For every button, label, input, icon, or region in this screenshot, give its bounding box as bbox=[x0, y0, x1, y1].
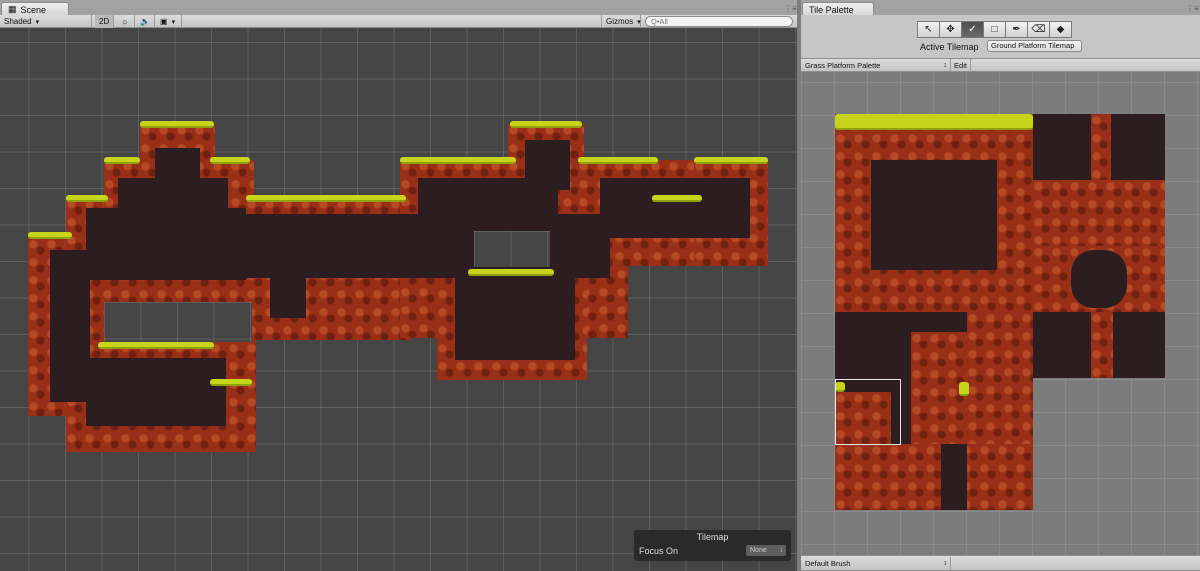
palette-grid-view[interactable] bbox=[801, 72, 1200, 555]
active-tilemap-dropdown[interactable]: Ground Platform Tilemap bbox=[987, 40, 1082, 52]
tilemap-window-hole bbox=[474, 231, 550, 267]
gizmos-label: Gizmos bbox=[606, 17, 634, 26]
grass-platform bbox=[140, 121, 214, 128]
scene-menu-icon[interactable]: ⋮≡ bbox=[784, 4, 797, 13]
tilemap-cave-fill bbox=[86, 208, 246, 280]
tilemap-cave-fill bbox=[86, 358, 226, 426]
focus-on-label: Focus On bbox=[639, 546, 679, 556]
palette-menu-icon[interactable]: ⋮≡ bbox=[1186, 4, 1199, 13]
scene-toolbar: Shaded 2D ☼ 🔈 ▣ Gizmos Q•All bbox=[0, 15, 797, 28]
edit-palette-button[interactable]: Edit bbox=[951, 59, 971, 72]
fill-bucket-tool-icon[interactable]: ◆ bbox=[1049, 21, 1072, 38]
brush-dropdown[interactable]: Default Brush bbox=[805, 557, 951, 570]
palette-tool-row: ↖ ✥ ✓ □ ✒ ⌫ ◆ bbox=[917, 21, 1072, 38]
grass-platform bbox=[104, 157, 140, 164]
search-placeholder: Q•All bbox=[651, 17, 668, 26]
grass-platform bbox=[694, 157, 768, 164]
effects-dropdown-icon[interactable]: ▣ bbox=[156, 15, 182, 28]
palette-tile[interactable] bbox=[835, 444, 1033, 510]
palette-tile[interactable] bbox=[941, 444, 967, 510]
tilemap-cave-fill bbox=[455, 278, 575, 360]
palette-grass-tile bbox=[959, 382, 969, 396]
tilemap-cave-fill bbox=[525, 140, 570, 190]
scene-search-input[interactable]: Q•All bbox=[645, 16, 793, 27]
scene-view[interactable]: Tilemap Focus On None bbox=[0, 28, 797, 571]
active-tilemap-value: Ground Platform Tilemap bbox=[991, 41, 1075, 50]
paint-brush-tool-icon[interactable]: ✓ bbox=[961, 21, 984, 38]
grass-platform bbox=[98, 342, 214, 349]
palette-tile[interactable] bbox=[1091, 312, 1113, 378]
palette-name: Grass Platform Palette bbox=[805, 61, 881, 70]
focus-on-dropdown[interactable]: None bbox=[746, 545, 786, 556]
toggle-2d-button[interactable]: 2D bbox=[95, 15, 114, 28]
tilemap-cave-fill bbox=[600, 178, 750, 238]
palette-selector-bar: Grass Platform Palette Edit bbox=[801, 59, 1200, 72]
palette-tile[interactable] bbox=[1091, 114, 1111, 180]
tab-tile-palette[interactable]: Tile Palette bbox=[802, 2, 874, 16]
gizmos-dropdown[interactable]: Gizmos bbox=[601, 15, 641, 28]
palette-tile[interactable] bbox=[871, 160, 997, 270]
draw-mode-dropdown[interactable]: Shaded bbox=[0, 15, 92, 28]
tile-selection-marker bbox=[835, 379, 901, 445]
grass-platform bbox=[28, 232, 72, 239]
scene-tab-label: Scene bbox=[20, 4, 47, 15]
tilemap-overlay-panel: Tilemap Focus On None bbox=[634, 530, 791, 561]
focus-on-value: None bbox=[750, 547, 767, 554]
edit-label: Edit bbox=[954, 61, 967, 70]
toggle-2d-label: 2D bbox=[99, 17, 110, 26]
tilemap-cave-fill bbox=[155, 148, 200, 188]
tilemap-empty-bay bbox=[104, 302, 252, 342]
picker-tool-icon[interactable]: ✒ bbox=[1005, 21, 1028, 38]
grass-platform bbox=[210, 379, 252, 386]
palette-dropdown[interactable]: Grass Platform Palette bbox=[805, 59, 951, 72]
grass-platform bbox=[468, 269, 554, 276]
grass-platform bbox=[66, 195, 108, 202]
brush-bar: Default Brush bbox=[801, 555, 1200, 571]
grass-platform bbox=[578, 157, 658, 164]
palette-grass-tile bbox=[835, 114, 1033, 130]
tab-scene[interactable]: ▦ Scene bbox=[1, 2, 69, 16]
active-tilemap-label: Active Tilemap bbox=[920, 42, 979, 52]
grass-platform bbox=[510, 121, 582, 128]
tilemap-cave-fill bbox=[270, 268, 306, 318]
audio-toggle-icon[interactable]: 🔈 bbox=[136, 15, 155, 28]
brush-name: Default Brush bbox=[805, 559, 851, 568]
grass-platform bbox=[246, 195, 406, 202]
draw-mode-label: Shaded bbox=[4, 17, 32, 26]
grid-icon: ▦ bbox=[8, 4, 17, 14]
grass-platform bbox=[400, 157, 516, 164]
palette-tile[interactable] bbox=[1071, 250, 1127, 308]
palette-tab-label: Tile Palette bbox=[809, 4, 854, 15]
move-tool-icon[interactable]: ✥ bbox=[939, 21, 962, 38]
box-fill-tool-icon[interactable]: □ bbox=[983, 21, 1006, 38]
palette-tile[interactable] bbox=[1033, 180, 1165, 246]
grass-platform bbox=[210, 157, 250, 164]
grass-platform bbox=[652, 195, 702, 202]
tilemap-cave-fill bbox=[50, 250, 90, 402]
palette-tile[interactable] bbox=[967, 312, 1033, 444]
eraser-tool-icon[interactable]: ⌫ bbox=[1027, 21, 1050, 38]
select-tool-icon[interactable]: ↖ bbox=[917, 21, 940, 38]
lighting-toggle-icon[interactable]: ☼ bbox=[117, 15, 135, 28]
tilemap-overlay-title: Tilemap bbox=[696, 532, 729, 542]
